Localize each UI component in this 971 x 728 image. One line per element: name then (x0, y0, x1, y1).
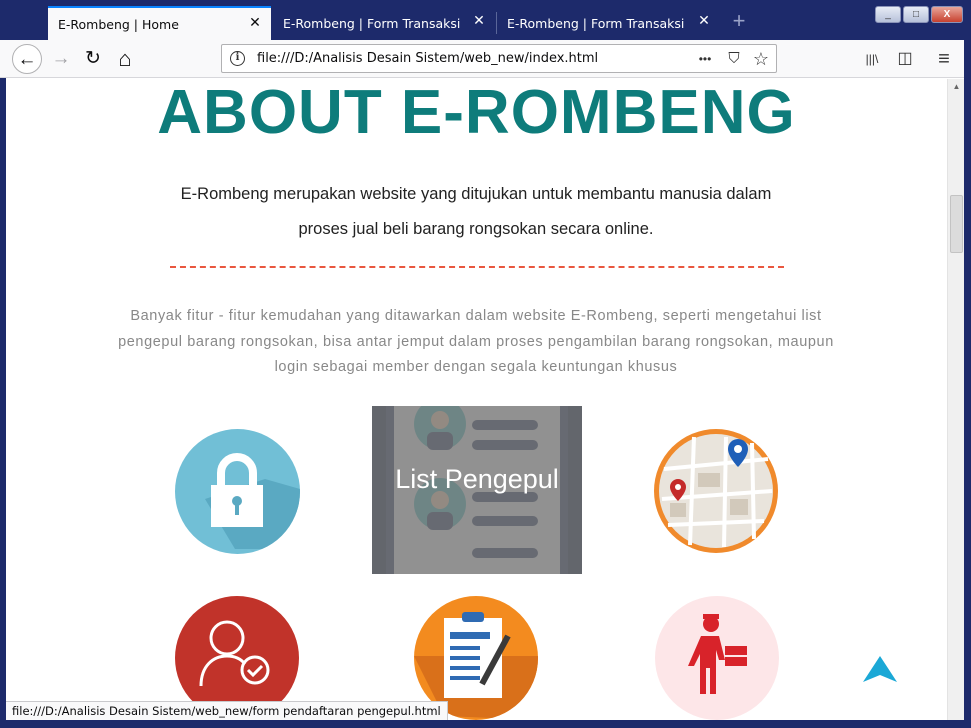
library-icon[interactable]: |||\ (861, 48, 883, 70)
lock-feature[interactable] (175, 429, 300, 554)
tab-form-transaksi-2[interactable]: E-Rombeng | Form Transaksi ✕ (497, 6, 720, 40)
map-icon (659, 434, 773, 548)
list-pengepul-card[interactable]: List Pengepul (372, 406, 582, 574)
scroll-thumb[interactable] (950, 195, 963, 253)
home-button[interactable]: ⌂ (110, 44, 140, 74)
tab-close-icon[interactable]: ✕ (696, 13, 712, 29)
sidebar-icon[interactable]: ◫ (894, 48, 916, 70)
lead-line-1: E-Rombeng merupakan website yang ditujuk… (180, 185, 772, 203)
menu-icon[interactable]: ≡ (933, 48, 955, 70)
page-title: ABOUT E-ROMBENG (157, 79, 796, 147)
pocket-icon[interactable]: ⛉ (723, 48, 745, 70)
vertical-scrollbar[interactable]: ▲ (947, 79, 964, 720)
window-frame-bottom (0, 720, 971, 728)
page-content: ABOUT E-ROMBENG E-Rombeng merupakan webs… (6, 79, 947, 720)
lead-line-2: proses jual beli barang rongsokan secara… (298, 220, 654, 238)
card-label: List Pengepul (395, 464, 559, 494)
bookmark-star-icon[interactable]: ☆ (750, 48, 772, 70)
delivery-man-icon (688, 614, 747, 694)
dashed-divider (170, 266, 784, 268)
maximize-button[interactable]: □ (903, 6, 929, 23)
tab-close-icon[interactable]: ✕ (471, 13, 487, 29)
site-info-icon[interactable]: i (230, 51, 245, 66)
tab-close-icon[interactable]: ✕ (247, 15, 263, 31)
address-bar[interactable]: i file:///D:/Analisis Desain Sistem/web_… (221, 44, 777, 73)
tab-title: E-Rombeng | Form Transaksi (283, 15, 461, 31)
tab-title: E-Rombeng | Form Transaksi (507, 15, 685, 31)
lead-text: E-Rombeng merupakan website yang ditujuk… (126, 177, 826, 247)
back-to-top-button[interactable] (863, 656, 897, 686)
minimize-button[interactable]: _ (875, 6, 901, 23)
url-text[interactable]: file:///D:/Analisis Desain Sistem/web_ne… (257, 51, 598, 66)
lock-icon (205, 453, 300, 549)
forward-button[interactable]: → (46, 44, 76, 74)
features-description: Banyak fitur - fitur kemudahan yang dita… (118, 308, 834, 375)
nav-toolbar: ← → ↻ ⌂ i file:///D:/Analisis Desain Sis… (0, 40, 971, 78)
delivery-feature[interactable] (655, 596, 779, 720)
new-tab-button[interactable]: + (728, 10, 750, 32)
back-button[interactable]: ← (12, 44, 42, 74)
close-window-button[interactable]: X (931, 6, 963, 23)
status-bar-url: file:///D:/Analisis Desain Sistem/web_ne… (6, 701, 448, 720)
tab-form-transaksi-1[interactable]: E-Rombeng | Form Transaksi ✕ (273, 6, 495, 40)
page-actions-icon[interactable]: ••• (694, 48, 716, 70)
scroll-up-icon[interactable]: ▲ (948, 79, 965, 95)
tab-title: E-Rombeng | Home (58, 16, 179, 32)
map-feature[interactable] (654, 429, 778, 553)
browser-titlebar: E-Rombeng | Home ✕ E-Rombeng | Form Tran… (0, 0, 971, 40)
window-frame-right (964, 40, 971, 728)
window-controls: _ □ X (875, 6, 963, 23)
tab-home[interactable]: E-Rombeng | Home ✕ (48, 6, 271, 40)
reload-button[interactable]: ↻ (78, 44, 108, 74)
